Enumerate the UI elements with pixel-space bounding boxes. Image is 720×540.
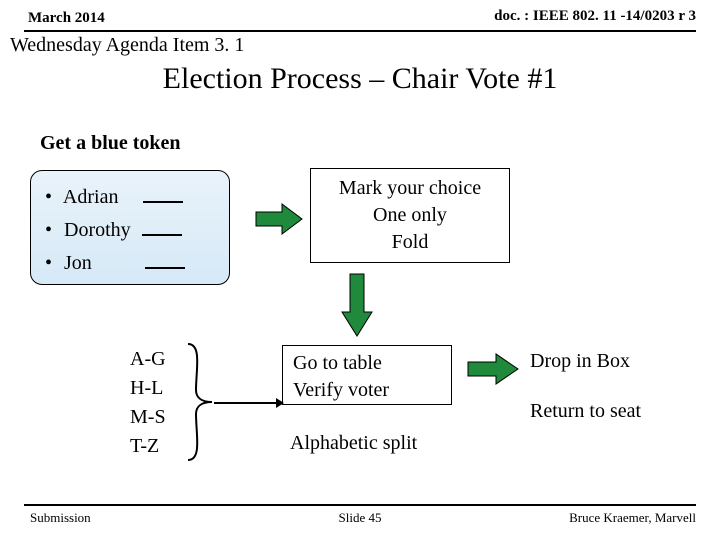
alpha-group: T-Z	[130, 432, 166, 461]
candidate-name: Adrian	[63, 186, 119, 208]
choice-box: Mark your choice One only Fold	[310, 168, 510, 263]
verify-box: Go to table Verify voter	[282, 345, 452, 405]
alpha-groups: A-G H-L M-S T-Z	[130, 345, 166, 461]
alpha-split-label: Alphabetic split	[290, 432, 417, 455]
choice-line: Fold	[311, 229, 509, 256]
agenda-item: Wednesday Agenda Item 3. 1	[10, 34, 244, 57]
choice-line: One only	[311, 202, 509, 229]
header-date: March 2014	[28, 10, 105, 27]
ballot-box: • Adrian • Dorothy • Jon	[30, 170, 230, 285]
verify-line: Verify voter	[293, 377, 441, 404]
ballot-row: • Jon	[45, 247, 215, 280]
alpha-group: M-S	[130, 403, 166, 432]
slide-title: Election Process – Chair Vote #1	[0, 62, 720, 96]
arrow-right-icon	[254, 202, 304, 236]
candidate-name: Dorothy	[64, 219, 131, 241]
choice-line: Mark your choice	[311, 175, 509, 202]
drop-in-box-label: Drop in Box	[530, 350, 630, 373]
candidate-name: Jon	[64, 252, 92, 274]
ballot-row: • Dorothy	[45, 214, 215, 247]
header-rule	[24, 30, 696, 32]
connector-line	[214, 396, 284, 410]
ballot-row: • Adrian	[45, 181, 215, 214]
footer-author: Bruce Kraemer, Marvell	[569, 510, 696, 526]
alpha-group: A-G	[130, 345, 166, 374]
arrow-right-icon	[466, 352, 520, 386]
verify-line: Go to table	[293, 350, 441, 377]
arrow-down-icon	[340, 272, 374, 340]
footer-rule	[24, 504, 696, 506]
alpha-group: H-L	[130, 374, 166, 403]
get-token-label: Get a blue token	[40, 132, 181, 155]
return-to-seat-label: Return to seat	[530, 400, 641, 423]
header-doc-id: doc. : IEEE 802. 11 -14/0203 r 3	[494, 8, 696, 25]
